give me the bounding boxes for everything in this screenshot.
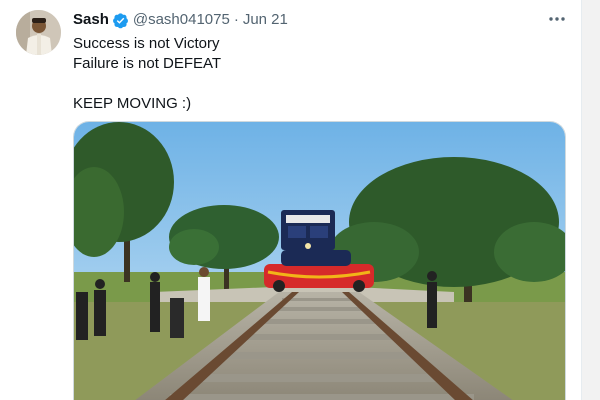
separator-dot: ·	[233, 11, 239, 28]
more-options-icon[interactable]	[546, 9, 568, 29]
tweet-text: Success is not Victory Failure is not DE…	[73, 34, 221, 114]
tweet-text-line: KEEP MOVING :)	[73, 95, 192, 112]
verified-badge-icon	[112, 12, 129, 29]
avatar[interactable]	[16, 10, 61, 55]
tweet-media-image[interactable]	[73, 121, 566, 400]
author-name[interactable]: Sash	[73, 11, 109, 29]
tweet-text-line	[73, 74, 221, 94]
tweet-card[interactable]: Sash @sash041075 · Jun 21 Success is not…	[0, 0, 582, 400]
tweet-header: Sash @sash041075 · Jun 21	[73, 11, 288, 29]
tweet-date[interactable]: Jun 21	[243, 11, 288, 29]
author-handle[interactable]: @sash041075	[133, 11, 230, 29]
tweet-text-line: Success is not Victory	[73, 35, 220, 52]
tweet-text-line: Failure is not DEFEAT	[73, 55, 222, 72]
